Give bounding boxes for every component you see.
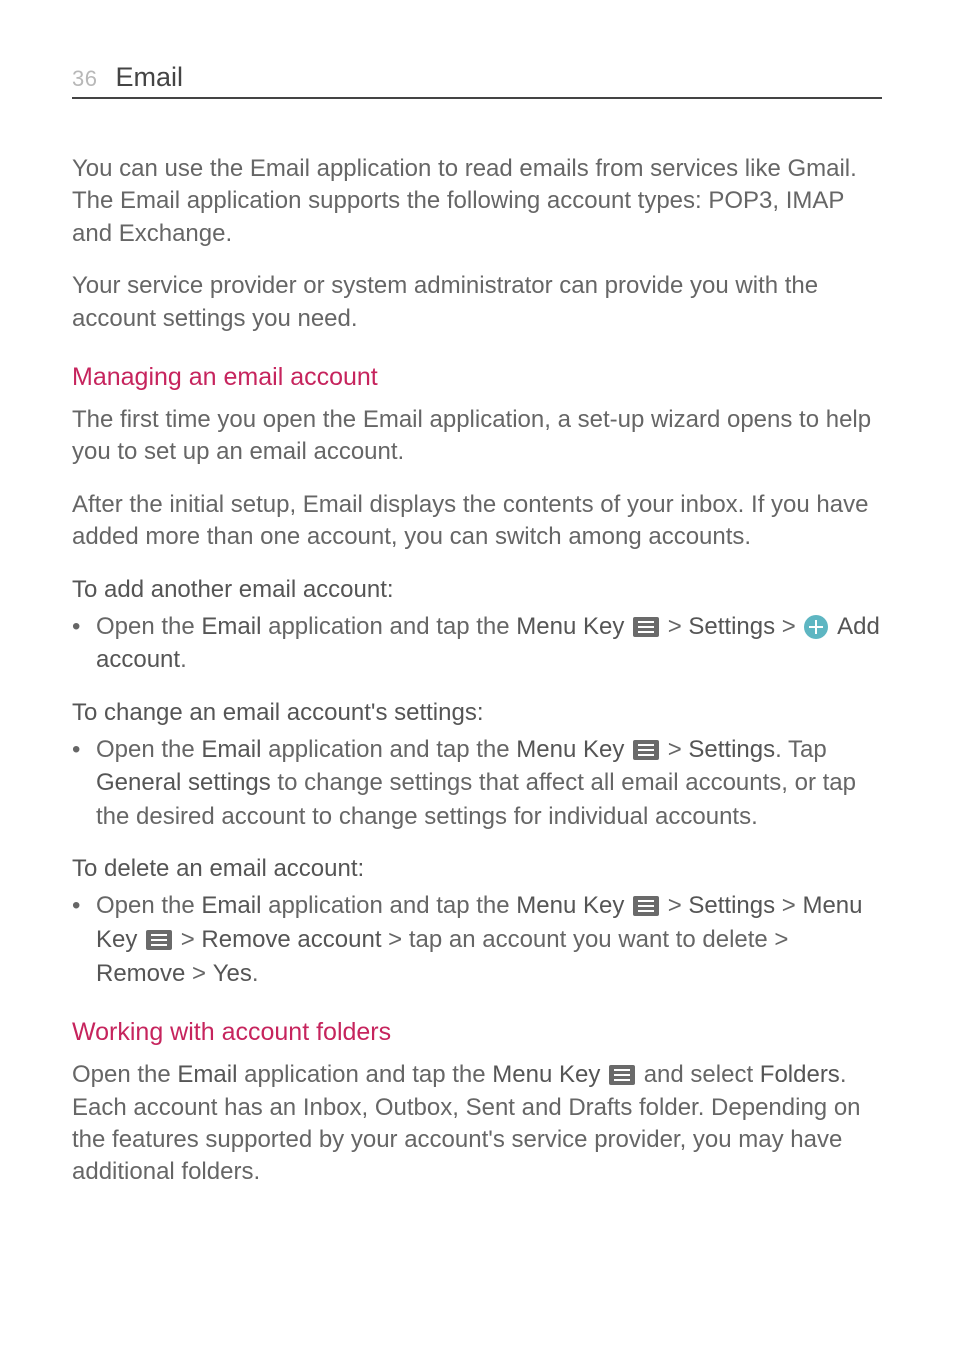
text-fragment: and select: [637, 1061, 760, 1088]
section-title: Email: [115, 62, 183, 93]
folders-paragraph: Open the Email application and tap the M…: [72, 1059, 882, 1189]
label-email-app: Email: [201, 613, 261, 640]
menu-key-icon: [609, 1065, 635, 1085]
label-settings: Settings: [688, 892, 775, 919]
menu-key-icon: [146, 930, 172, 950]
text-fragment: >: [661, 736, 688, 763]
label-email-app: Email: [177, 1061, 237, 1088]
bullet-dot-icon: •: [72, 610, 96, 644]
text-fragment: application and tap the: [261, 892, 516, 919]
label-remove-account: Remove account: [201, 926, 381, 953]
text-fragment: application and tap the: [261, 613, 516, 640]
label-remove: Remove: [96, 960, 185, 987]
text-fragment: >: [775, 613, 802, 640]
text-fragment: >: [174, 926, 201, 953]
label-menu-key: Menu Key: [516, 613, 624, 640]
menu-key-icon: [633, 896, 659, 916]
bullet-dot-icon: •: [72, 889, 96, 923]
page-container: 36 Email You can use the Email applicati…: [0, 0, 954, 1269]
label-email-app: Email: [201, 736, 261, 763]
label-yes: Yes: [213, 960, 252, 987]
text-fragment: Open the: [96, 613, 201, 640]
text-fragment: Open the: [72, 1061, 177, 1088]
text-fragment: . Tap: [775, 736, 827, 763]
label-menu-key: Menu Key: [516, 892, 624, 919]
bullet-dot-icon: •: [72, 733, 96, 767]
text-fragment: >: [661, 892, 688, 919]
menu-key-icon: [633, 617, 659, 637]
label-menu-key: Menu Key: [516, 736, 624, 763]
text-fragment: Open the: [96, 736, 201, 763]
heading-change-settings: To change an email account's settings:: [72, 699, 882, 727]
text-fragment: .: [180, 646, 187, 673]
label-general-settings: General settings: [96, 769, 271, 796]
label-menu-key: Menu Key: [492, 1061, 600, 1088]
text-fragment: >: [775, 892, 802, 919]
heading-managing-account: Managing an email account: [72, 363, 882, 392]
text-fragment: >: [661, 613, 688, 640]
intro-paragraph-1: You can use the Email application to rea…: [72, 153, 882, 250]
text-fragment: application and tap the: [261, 736, 516, 763]
menu-key-icon: [633, 740, 659, 760]
text-fragment: application and tap the: [237, 1061, 492, 1088]
text-fragment: > tap an account you want to delete >: [381, 926, 788, 953]
page-number: 36: [72, 66, 97, 92]
intro-paragraph-2: Your service provider or system administ…: [72, 270, 882, 335]
plus-icon: [804, 615, 828, 639]
heading-delete-account: To delete an email account:: [72, 855, 882, 883]
label-folders: Folders: [760, 1061, 840, 1088]
text-fragment: >: [185, 960, 212, 987]
page-header: 36 Email: [72, 62, 882, 99]
label-email-app: Email: [201, 892, 261, 919]
label-settings: Settings: [688, 736, 775, 763]
text-fragment: .: [252, 960, 259, 987]
manage-paragraph-1: The first time you open the Email applic…: [72, 404, 882, 469]
label-settings: Settings: [688, 613, 775, 640]
bullet-change-settings: • Open the Email application and tap the…: [72, 733, 882, 834]
bullet-delete-account: • Open the Email application and tap the…: [72, 889, 882, 990]
text-fragment: Open the: [96, 892, 201, 919]
heading-account-folders: Working with account folders: [72, 1018, 882, 1047]
heading-add-account: To add another email account:: [72, 576, 882, 604]
bullet-add-account: • Open the Email application and tap the…: [72, 610, 882, 677]
manage-paragraph-2: After the initial setup, Email displays …: [72, 489, 882, 554]
